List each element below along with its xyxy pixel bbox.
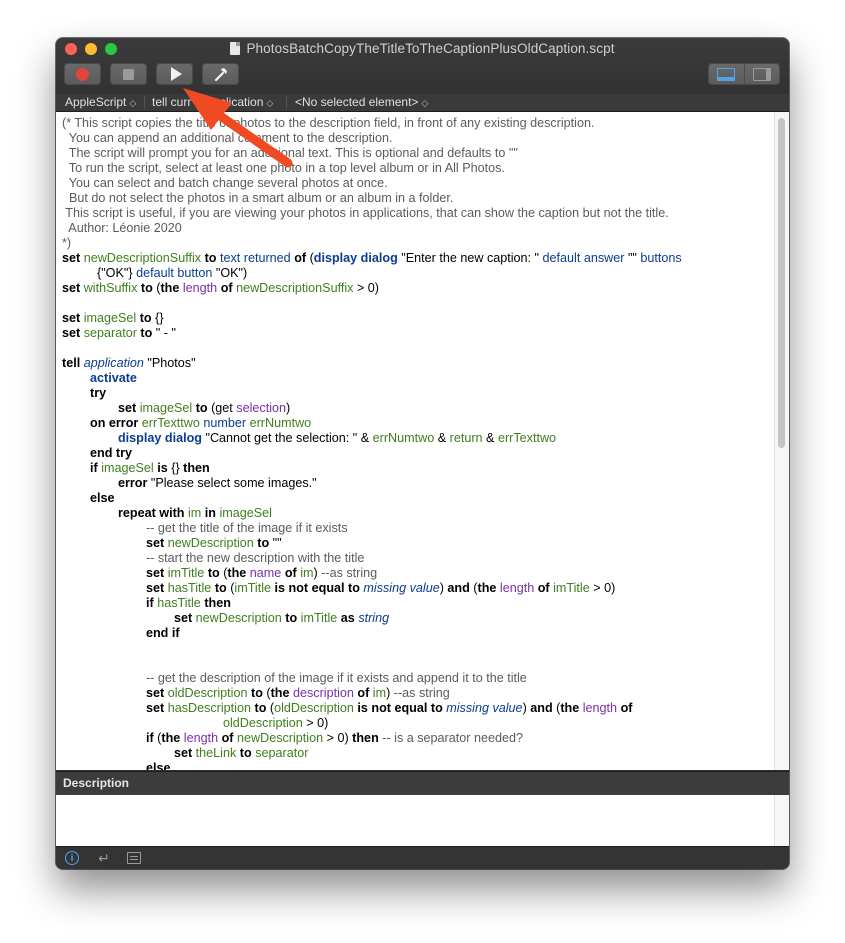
description-field[interactable] (56, 795, 789, 846)
code-line: {"OK"} default button "OK") (97, 266, 248, 280)
code-line: end if (145, 626, 180, 640)
return-icon[interactable]: ↵ (97, 850, 111, 866)
compile-button[interactable] (202, 63, 239, 85)
code-line: *) (62, 236, 72, 250)
code-line: But do not select the photos in a smart … (62, 191, 454, 205)
code-line: set newDescriptionSuffix to text returne… (62, 251, 682, 265)
code-line: set imTitle to (the name of im) --as str… (145, 566, 378, 580)
updown-chevron-icon: ◇ (129, 98, 137, 108)
code-line: display dialog "Cannot get the selection… (117, 431, 557, 445)
window-title-text: PhotosBatchCopyTheTitleToTheCaptionPlusO… (246, 41, 615, 56)
code-line: The script will prompt you for an additi… (62, 146, 518, 160)
code-line: -- get the description of the image if i… (145, 671, 527, 685)
window-title: PhotosBatchCopyTheTitleToTheCaptionPlusO… (56, 41, 789, 56)
code-line: set hasDescription to (oldDescription is… (145, 701, 633, 715)
code-line: if hasTitle then (145, 596, 231, 610)
stop-icon (123, 68, 134, 80)
side-panel-icon (753, 67, 771, 81)
show-side-view-button[interactable] (744, 63, 780, 85)
nav-divider (144, 96, 145, 109)
code-line: tell application "Photos" (62, 356, 196, 370)
code-line: To run the script, select at least one p… (62, 161, 505, 175)
code-line: else (145, 761, 171, 770)
target-popup[interactable]: tell curr plication ◇ (152, 95, 273, 109)
run-button[interactable] (156, 63, 193, 85)
language-popup[interactable]: AppleScript ◇ (65, 95, 136, 109)
element-label: <No selected element> (295, 95, 419, 109)
record-button[interactable] (64, 63, 101, 85)
list-glyph (127, 852, 141, 864)
updown-chevron-icon: ◇ (421, 98, 429, 108)
stop-button[interactable] (110, 63, 147, 85)
code-line: error "Please select some images." (117, 476, 317, 490)
code-line: You can append an additional comment to … (62, 131, 393, 145)
nav-divider (286, 96, 287, 109)
title-bar: PhotosBatchCopyTheTitleToTheCaptionPlusO… (56, 38, 789, 95)
code-line: end try (90, 446, 132, 460)
code-line: activate (90, 371, 137, 385)
code-line: set withSuffix to (the length of newDesc… (62, 281, 380, 295)
code-line: set theLink to separator (173, 746, 309, 760)
target-label-start: tell curr (152, 95, 192, 109)
list-icon[interactable] (127, 851, 141, 865)
editor-scroll-thumb[interactable] (778, 118, 785, 448)
code-line: if imageSel is {} then (90, 461, 210, 475)
description-header-label: Description (63, 776, 130, 790)
document-icon (230, 42, 241, 55)
bottom-bar: i ↵ (56, 846, 789, 869)
view-toggle (708, 63, 780, 85)
hammer-icon (214, 68, 227, 82)
code-line: set separator to " - " (62, 326, 176, 340)
show-bottom-view-button[interactable] (708, 63, 745, 85)
script-editor[interactable]: (* This script copies the title of photo… (56, 112, 789, 770)
script-code[interactable]: (* This script copies the title of photo… (62, 116, 771, 770)
language-label: AppleScript (65, 95, 127, 109)
code-line: else (90, 491, 115, 505)
code-line: set oldDescription to (the description o… (145, 686, 450, 700)
code-line: oldDescription > 0) (222, 716, 329, 730)
code-line: on error errTexttwo number errNumtwo (90, 416, 312, 430)
code-line: set imageSel to {} (62, 311, 164, 325)
play-icon (170, 67, 182, 81)
code-line: -- get the title of the image if it exis… (145, 521, 348, 535)
code-line: repeat with im in imageSel (117, 506, 272, 520)
code-line: set newDescription to imTitle as string (173, 611, 390, 625)
code-line: try (90, 386, 107, 400)
editor-scrollbar[interactable] (774, 112, 789, 770)
code-line: set hasTitle to (imTitle is not equal to… (145, 581, 616, 595)
code-line: set newDescription to "" (145, 536, 282, 550)
code-line: Author: Léonie 2020 (62, 221, 182, 235)
record-icon (76, 67, 89, 81)
code-line: -- start the new description with the ti… (145, 551, 365, 565)
script-editor-window: PhotosBatchCopyTheTitleToTheCaptionPlusO… (56, 38, 789, 869)
code-line: You can select and batch change several … (62, 176, 388, 190)
info-icon[interactable]: i (65, 851, 79, 865)
description-panel-header: Description (56, 771, 789, 795)
code-line: set imageSel to (get selection) (117, 401, 291, 415)
element-popup[interactable]: <No selected element> ◇ (295, 95, 428, 109)
bottom-panel-icon (717, 67, 735, 81)
description-scrollbar[interactable] (774, 795, 789, 846)
target-label-end: plication (219, 95, 264, 109)
navigation-bar: AppleScript ◇ tell curr plication ◇ <No sel… (56, 94, 789, 112)
code-line: if (the length of newDescription > 0) th… (145, 731, 523, 745)
code-line: This script is useful, if you are viewin… (62, 206, 669, 220)
updown-chevron-icon: ◇ (266, 98, 274, 108)
code-line: (* This script copies the title of photo… (62, 116, 595, 130)
